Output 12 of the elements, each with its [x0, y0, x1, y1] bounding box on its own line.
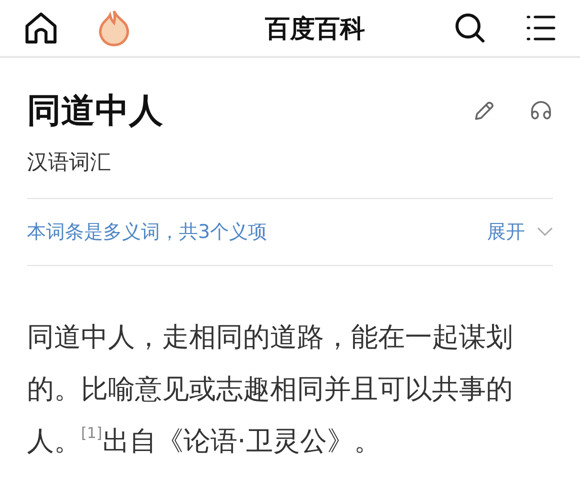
search-icon[interactable] — [454, 12, 486, 44]
pencil-icon[interactable] — [473, 100, 495, 122]
home-icon[interactable] — [24, 12, 58, 44]
flame-icon[interactable] — [98, 9, 130, 47]
summary-paragraph: 同道中人，走相同的道路，能在一起谋划的。比喻意见或志趣相同并且可以共事的人。$^{[1]}$出自《论语·卫灵公》。 — [27, 321, 514, 459]
menu-icon[interactable] — [526, 14, 556, 42]
expand-button[interactable]: 展开 — [487, 219, 525, 245]
entry-title: 同道中人 — [27, 90, 164, 133]
site-title: 百度百科 — [264, 12, 366, 44]
polysemy-link[interactable]: 本词条是多义词，共3个义项 — [27, 219, 487, 245]
entry-subtitle: 汉语词汇 — [27, 149, 112, 176]
headphones-icon[interactable] — [529, 100, 553, 122]
